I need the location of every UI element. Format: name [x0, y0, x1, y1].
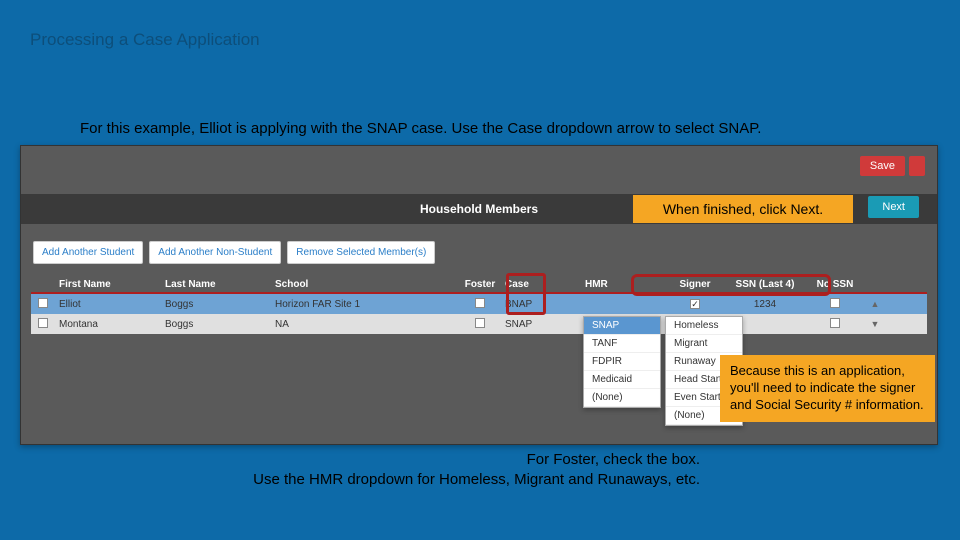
cell-school: Horizon FAR Site 1 [275, 299, 455, 310]
save-button[interactable]: Save [860, 156, 905, 176]
add-student-button[interactable]: Add Another Student [33, 241, 143, 264]
no-ssn-checkbox[interactable] [830, 318, 840, 328]
cell-ssn[interactable]: 1234 [725, 299, 805, 310]
case-option[interactable]: TANF [584, 335, 660, 353]
callout-signer: Because this is an application, you'll n… [720, 355, 935, 422]
cell-first-name: Elliot [55, 299, 165, 310]
col-last-name: Last Name [165, 279, 275, 290]
section-title: Household Members [420, 202, 538, 216]
cell-first-name: Montana [55, 319, 165, 330]
case-option[interactable]: (None) [584, 389, 660, 407]
row-select-checkbox[interactable] [38, 318, 48, 328]
table-row[interactable]: Elliot Boggs Horizon FAR Site 1 BNAP 123… [31, 294, 927, 314]
signer-checkbox[interactable] [690, 299, 700, 309]
col-first-name: First Name [55, 279, 165, 290]
add-nonstudent-button[interactable]: Add Another Non-Student [149, 241, 281, 264]
save-dropdown-button[interactable] [909, 156, 925, 176]
scroll-down-icon[interactable]: ▼ [871, 319, 880, 329]
case-option[interactable]: Medicaid [584, 371, 660, 389]
cell-school: NA [275, 319, 455, 330]
no-ssn-checkbox[interactable] [830, 298, 840, 308]
slide-title: Processing a Case Application [30, 30, 260, 50]
hmr-option[interactable]: Homeless [666, 317, 742, 335]
table-row[interactable]: Montana Boggs NA SNAP ▼ [31, 314, 927, 334]
highlight-hmr-signer [631, 274, 831, 296]
col-school: School [275, 279, 455, 290]
row-select-checkbox[interactable] [38, 298, 48, 308]
case-option[interactable]: FDPIR [584, 353, 660, 371]
hmr-option[interactable]: Migrant [666, 335, 742, 353]
case-dropdown-menu[interactable]: SNAP TANF FDPIR Medicaid (None) [583, 316, 661, 408]
col-foster: Foster [455, 279, 505, 290]
scroll-up-icon[interactable]: ▲ [871, 299, 880, 309]
foster-checkbox[interactable] [475, 318, 485, 328]
cell-last-name: Boggs [165, 319, 275, 330]
next-button[interactable]: Next [868, 196, 919, 218]
intro-text: For this example, Elliot is applying wit… [80, 120, 920, 137]
callout-foster-hmr: For Foster, check the box.Use the HMR dr… [180, 450, 700, 491]
cell-last-name: Boggs [165, 299, 275, 310]
case-option[interactable]: SNAP [584, 317, 660, 335]
case-dropdown[interactable]: SNAP [505, 319, 585, 330]
remove-member-button[interactable]: Remove Selected Member(s) [287, 241, 435, 264]
highlight-foster [506, 273, 546, 315]
foster-checkbox[interactable] [475, 298, 485, 308]
callout-next: When finished, click Next. [633, 195, 853, 223]
